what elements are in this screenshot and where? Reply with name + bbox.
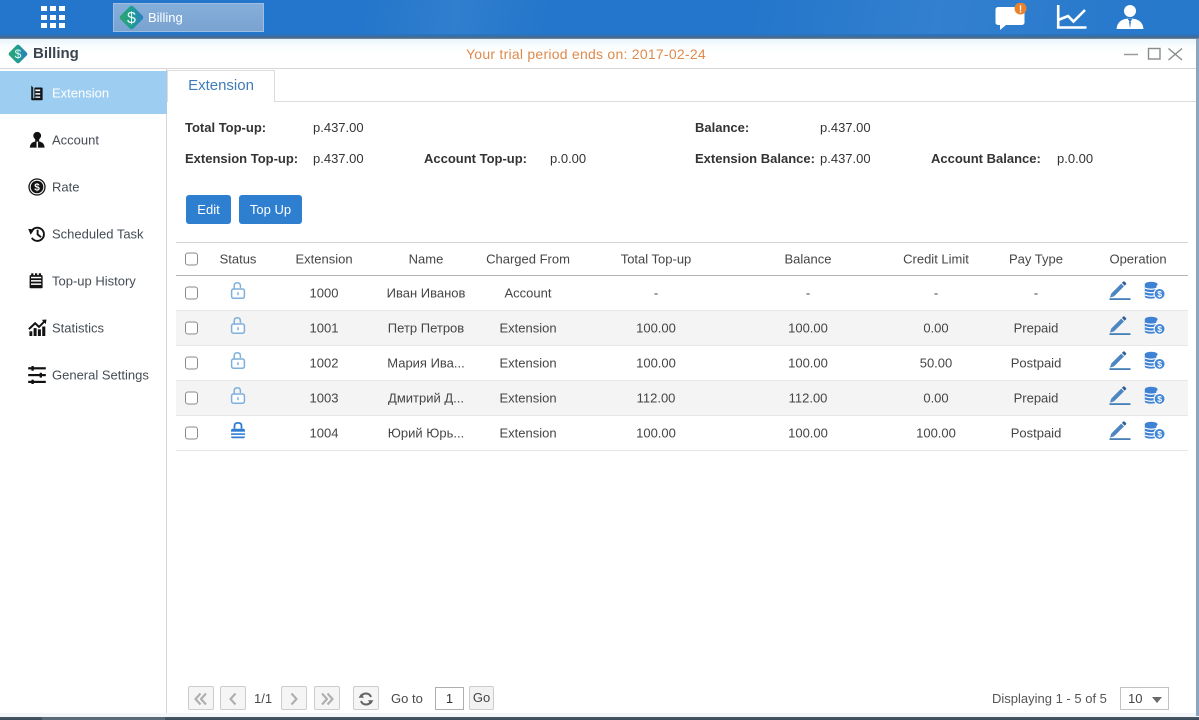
svg-text:$: $ [127,10,136,27]
svg-text:$: $ [34,182,40,193]
svg-text:!: ! [1019,4,1022,15]
svg-text:$: $ [1157,359,1162,369]
svg-text:$: $ [1157,289,1162,299]
svg-text:$: $ [1157,394,1162,404]
svg-text:$: $ [15,47,22,61]
svg-text:$: $ [1157,324,1162,334]
svg-text:$: $ [1157,429,1162,439]
